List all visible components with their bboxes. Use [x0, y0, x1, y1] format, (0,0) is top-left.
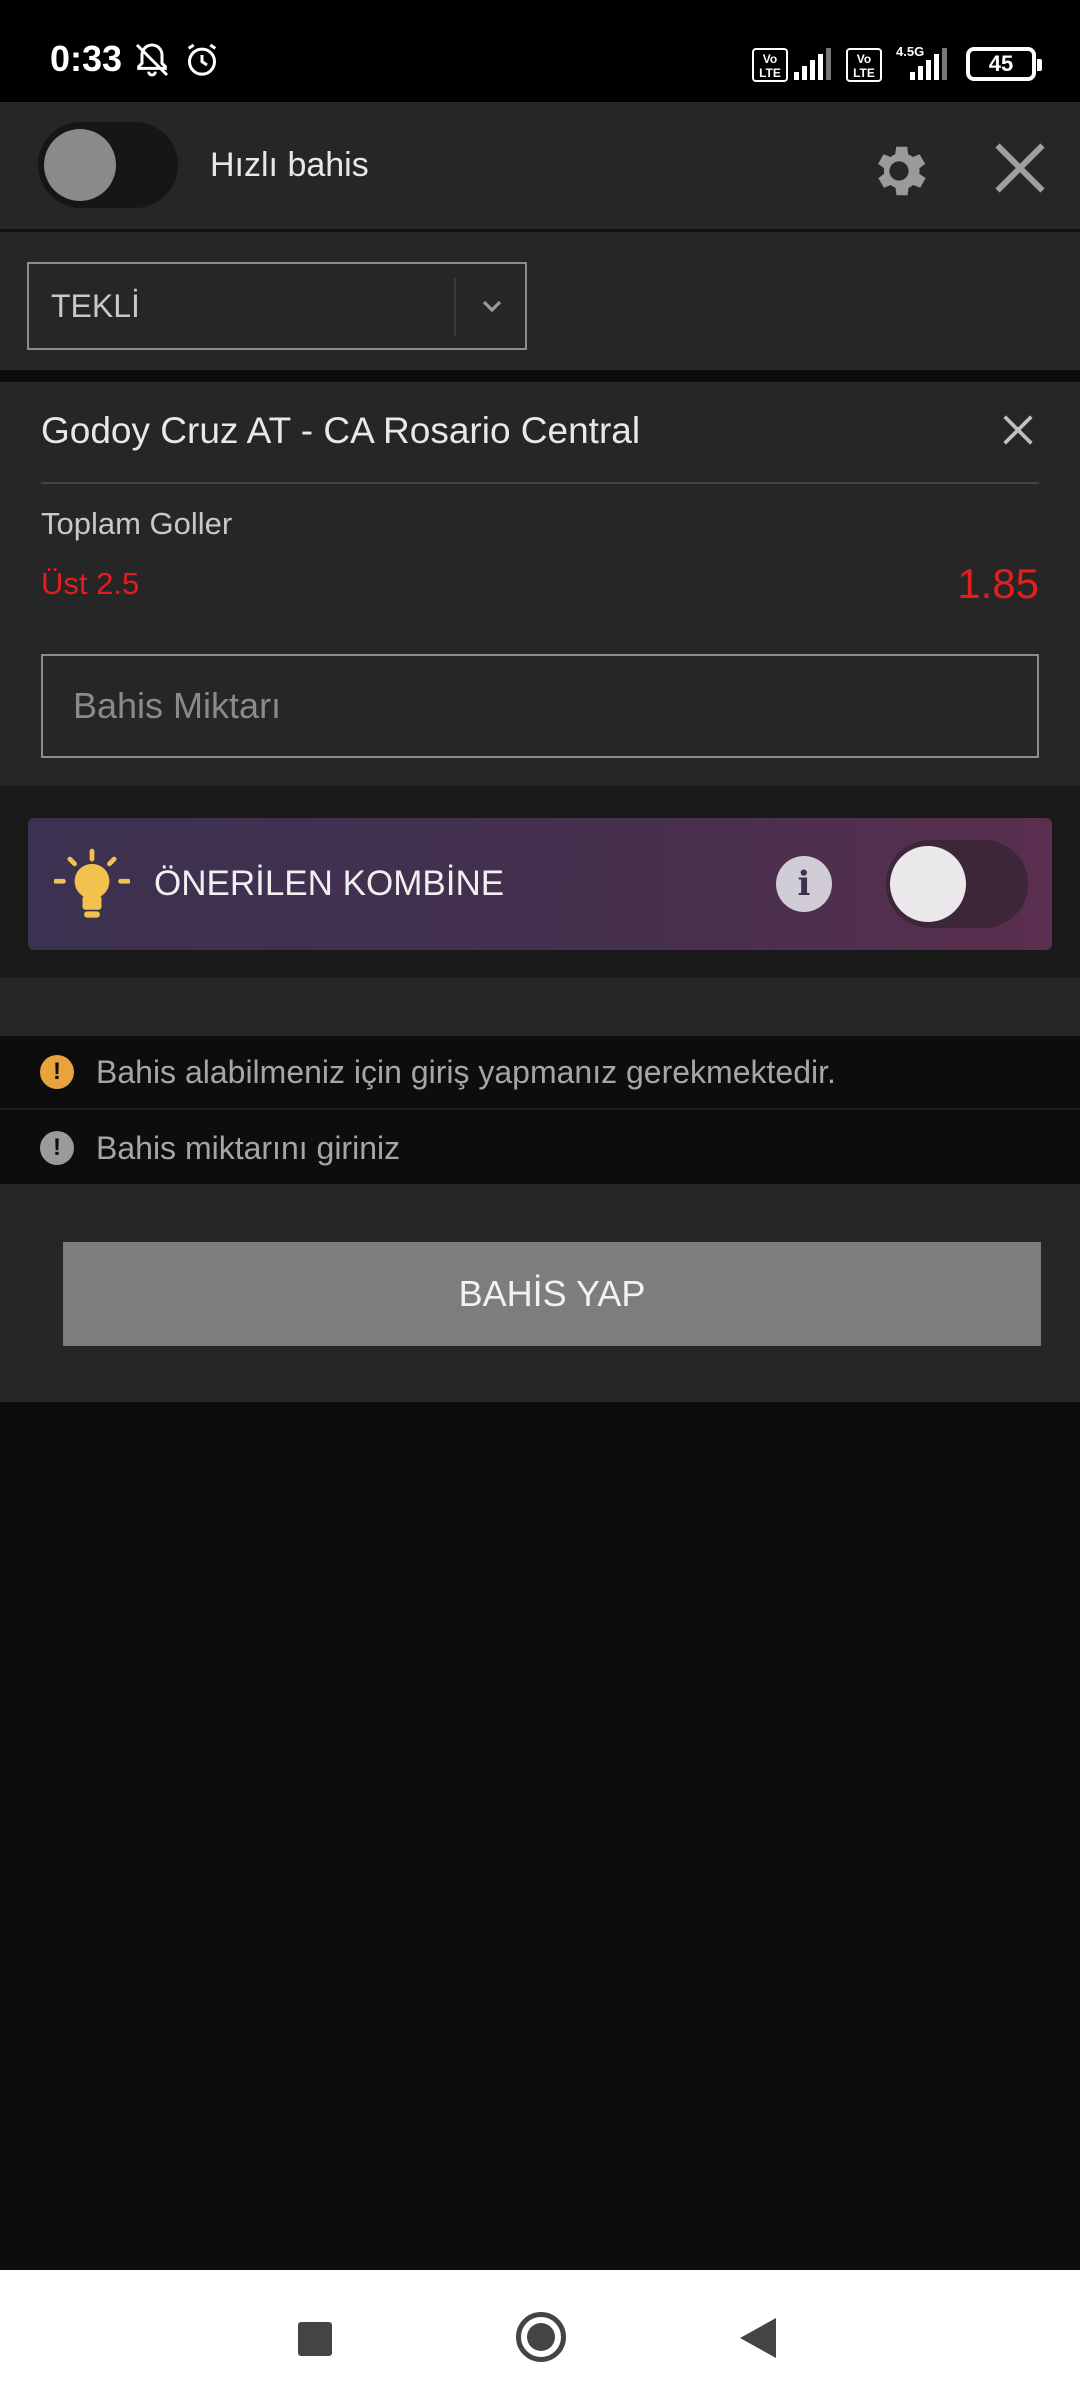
chevron-down-icon: [482, 300, 502, 313]
odds-value: 1.85: [957, 560, 1039, 607]
signal-strength-icon: [794, 48, 831, 80]
back-icon[interactable]: [740, 2318, 776, 2358]
recommended-combo-label: ÖNERİLEN KOMBİNE: [154, 864, 505, 903]
muted-bell-icon: [135, 43, 169, 77]
recent-apps-icon[interactable]: [298, 2322, 332, 2356]
warning-item: ! Bahis alabilmeniz için giriş yapmanız …: [0, 1036, 1080, 1110]
bet-amount-input[interactable]: [41, 654, 1039, 758]
toggle-knob: [44, 129, 116, 201]
place-bet-button[interactable]: BAHİS YAP: [63, 1242, 1041, 1346]
battery-icon: 45: [966, 47, 1042, 81]
info-glyph: i: [797, 864, 811, 904]
betslip-header: Hızlı bahis: [0, 102, 1080, 232]
info-icon[interactable]: i: [776, 856, 832, 912]
settings-gear-icon[interactable]: [866, 138, 932, 204]
warning-item: ! Bahis miktarını giriniz: [0, 1112, 1080, 1186]
warning-grey-icon: !: [40, 1131, 74, 1165]
quick-bet-toggle[interactable]: [38, 122, 178, 208]
alarm-icon: [187, 43, 217, 76]
signal-strength-icon-2: [910, 48, 947, 80]
warning-orange-icon: !: [40, 1055, 74, 1089]
system-navigation-bar: [0, 2270, 1080, 2400]
volte-badge-icon-2: Vo LTE: [846, 48, 882, 82]
recommended-combo-toggle[interactable]: [886, 840, 1028, 928]
home-icon[interactable]: [516, 2312, 566, 2362]
bet-type-dropdown[interactable]: TEKLİ: [27, 262, 527, 350]
status-time: 0:33: [50, 38, 123, 79]
quick-bet-label: Hızlı bahis: [210, 146, 369, 184]
recommended-combo-section: ÖNERİLEN KOMBİNE i: [0, 786, 1080, 978]
bet-type-row: TEKLİ: [0, 232, 1080, 376]
dropdown-divider: [454, 278, 456, 336]
toggle-knob: [890, 846, 966, 922]
bet-selection-card: Godoy Cruz AT - CA Rosario Central Topla…: [0, 382, 1080, 786]
card-divider: [41, 482, 1039, 484]
lightbulb-icon: [54, 848, 130, 918]
market-label: Toplam Goller: [41, 506, 233, 541]
recommended-combo-banner: ÖNERİLEN KOMBİNE i: [28, 818, 1052, 950]
selection-label: Üst 2.5: [41, 566, 140, 601]
volte-badge-icon: Vo LTE: [752, 48, 788, 82]
warning-list: ! Bahis alabilmeniz için giriş yapmanız …: [0, 1036, 1080, 1184]
remove-selection-icon[interactable]: [998, 410, 1038, 450]
warning-text: Bahis miktarını giriniz: [96, 1130, 401, 1166]
status-bar: 0:33 Vo LTE Vo LTE 4.5G 45: [0, 0, 1080, 102]
warning-text: Bahis alabilmeniz için giriş yapmanız ge…: [96, 1054, 836, 1090]
bet-type-selected: TEKLİ: [51, 288, 140, 324]
section-spacer: [0, 978, 1080, 1036]
close-betslip-icon[interactable]: [990, 138, 1050, 198]
submit-section: BAHİS YAP: [0, 1184, 1080, 1402]
match-title: Godoy Cruz AT - CA Rosario Central: [41, 410, 641, 451]
